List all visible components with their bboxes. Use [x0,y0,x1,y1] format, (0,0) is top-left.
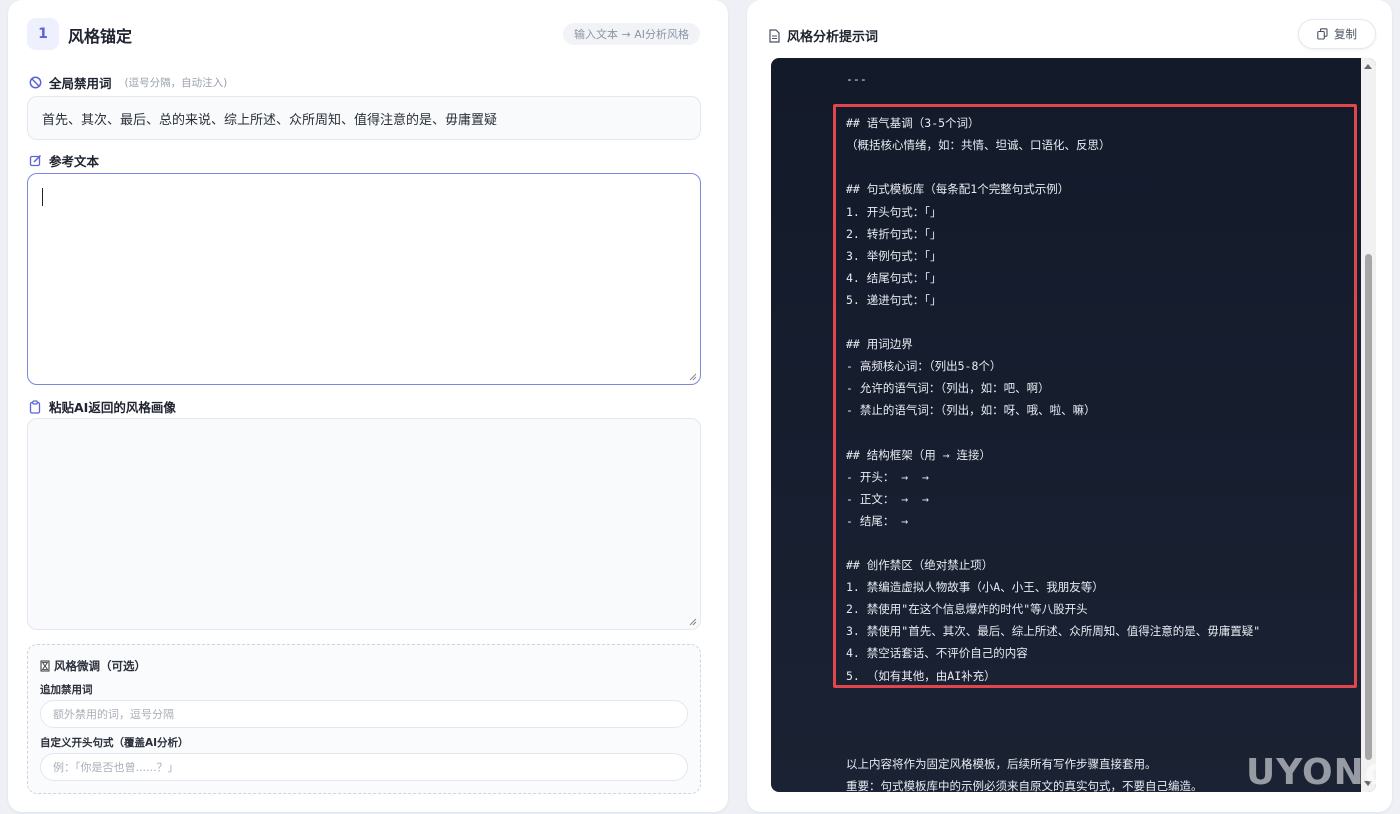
style-prompt-panel: 风格分析提示词 复制 --- ## 语气基调（3-5个词） （概括核心情绪，如：共… [747,0,1392,812]
step-number-badge: 1 [27,18,59,50]
extra-forbidden-label: 追加禁用词 [40,684,93,696]
code-line: ## 用词边界 [846,337,913,352]
prompt-title-row: 风格分析提示词 [769,26,878,45]
code-line: 5. 递进句式：「」 [846,292,942,307]
code-line: - 正文： → → [846,491,929,506]
code-line: - 禁止的语气词：（列出，如：呀、哦、啦、嘛） [846,403,1096,418]
step-title: 风格锚定 [68,27,133,46]
code-line: （概括核心情绪，如：共情、坦诚、口语化、反思） [846,138,1111,153]
forbidden-words-input[interactable]: 首先、其次、最后、总的来说、综上所述、众所周知、值得注意的是、毋庸置疑 [27,96,701,140]
hourglass-icon [40,660,50,672]
code-line: 4. 禁空话套话、不评价自己的内容 [846,646,1028,661]
code-line: ## 结构框架（用 → 连接） [846,447,992,462]
edit-icon [28,154,42,168]
ban-icon [28,76,42,90]
scroll-thumb[interactable] [1365,254,1372,760]
scroll-up-arrow-icon[interactable] [1364,64,1372,69]
finetune-title-row: 风格微调（可选） [40,658,146,674]
vertical-scrollbar[interactable] [1361,58,1376,792]
code-line: 5. （如有其他，由AI补充） [846,668,996,683]
code-line: - 开头： → → [846,469,929,484]
code-line: 1. 开头句式：「」 [846,204,942,219]
prompt-title: 风格分析提示词 [787,30,879,45]
prompt-code-box[interactable]: --- ## 语气基调（3-5个词） （概括核心情绪，如：共情、坦诚、口语化、反思… [771,58,1376,792]
code-line: 3. 禁使用"首先、其次、最后、综上所述、众所周知、值得注意的是、毋庸置疑" [846,624,1261,639]
reference-text-textarea[interactable] [27,173,701,385]
forbidden-words-label: 全局禁用词 [49,76,112,91]
finetune-title: 风格微调（可选） [54,659,146,673]
custom-opening-input[interactable]: 例：「你是否也曾......？」 [40,753,688,781]
code-line: ## 创作禁区（绝对禁止项） [846,558,994,573]
copy-icon [1317,28,1328,40]
code-line: 3. 举例句式：「」 [846,248,942,263]
code-line: 1. 禁编造虚拟人物故事（小A、小王、我朋友等） [846,580,1104,595]
hint-pill: 输入文本 → AI分析风格 [563,23,700,45]
code-line: - 高频核心词：（列出5-8个） [846,359,1002,374]
prompt-code-content: --- ## 语气基调（3-5个词） （概括核心情绪，如：共情、坦诚、口语化、反思… [846,68,1366,792]
code-line: 2. 禁使用"在这个信息爆炸的时代"等八股开头 [846,602,1088,617]
code-line: ## 句式模板库（每条配1个完整句式示例） [846,182,1070,197]
portrait-label-row: 粘贴AI返回的风格画像 [28,397,176,416]
code-line: - 结尾： → [846,513,909,528]
portrait-label: 粘贴AI返回的风格画像 [49,400,176,415]
style-anchor-panel: 1 风格锚定 输入文本 → AI分析风格 全局禁用词 (逗号分隔，自动注入) 首… [8,0,728,812]
resize-grip-icon[interactable] [689,373,697,381]
clipboard-icon [28,399,42,414]
forbidden-words-sublabel: (逗号分隔，自动注入) [124,77,228,89]
text-caret [42,188,43,206]
resize-grip-icon[interactable] [689,618,697,626]
style-portrait-textarea[interactable] [27,418,701,630]
code-line: --- [846,72,867,86]
document-icon [769,28,780,43]
extra-forbidden-input[interactable]: 额外禁用的词，逗号分隔 [40,700,688,728]
watermark-logo: UYONo [1246,752,1391,793]
code-line: 4. 结尾句式：「」 [846,270,942,285]
code-line: - 允许的语气词：（列出，如：吧、啊） [846,381,1050,396]
reference-text-label: 参考文本 [49,154,100,169]
copy-button[interactable]: 复制 [1298,19,1376,49]
forbidden-words-label-row: 全局禁用词 (逗号分隔，自动注入) [28,73,227,92]
style-finetune-box: 风格微调（可选） 追加禁用词 额外禁用的词，逗号分隔 自定义开头句式（覆盖AI分… [27,644,701,794]
code-line: ## 语气基调（3-5个词） [846,116,980,131]
code-line: 2. 转折句式：「」 [846,226,942,241]
reference-text-label-row: 参考文本 [28,151,99,170]
custom-opening-label: 自定义开头句式（覆盖AI分析） [40,737,189,749]
copy-button-label: 复制 [1334,27,1357,41]
